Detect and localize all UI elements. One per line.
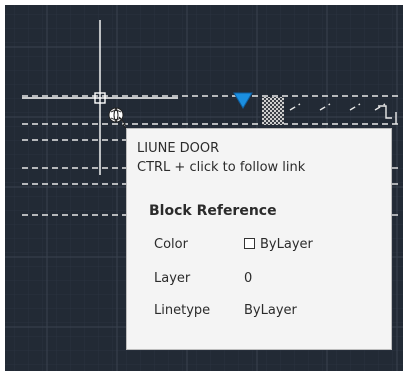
rollover-tooltip: LIUNE DOOR CTRL + click to follow link B…	[126, 128, 392, 350]
color-swatch-icon	[244, 238, 255, 249]
property-key-linetype: Linetype	[154, 303, 211, 318]
property-key-layer: Layer	[154, 271, 191, 286]
property-value-color: ByLayer	[260, 237, 313, 252]
tooltip-section-title: Block Reference	[149, 203, 277, 219]
property-key-color: Color	[154, 237, 188, 252]
tooltip-title: LIUNE DOOR	[137, 141, 220, 156]
property-value-linetype: ByLayer	[244, 303, 297, 318]
tooltip-link-hint: CTRL + click to follow link	[137, 160, 306, 175]
hatch-block[interactable]	[262, 97, 284, 125]
property-value-layer: 0	[244, 271, 253, 286]
